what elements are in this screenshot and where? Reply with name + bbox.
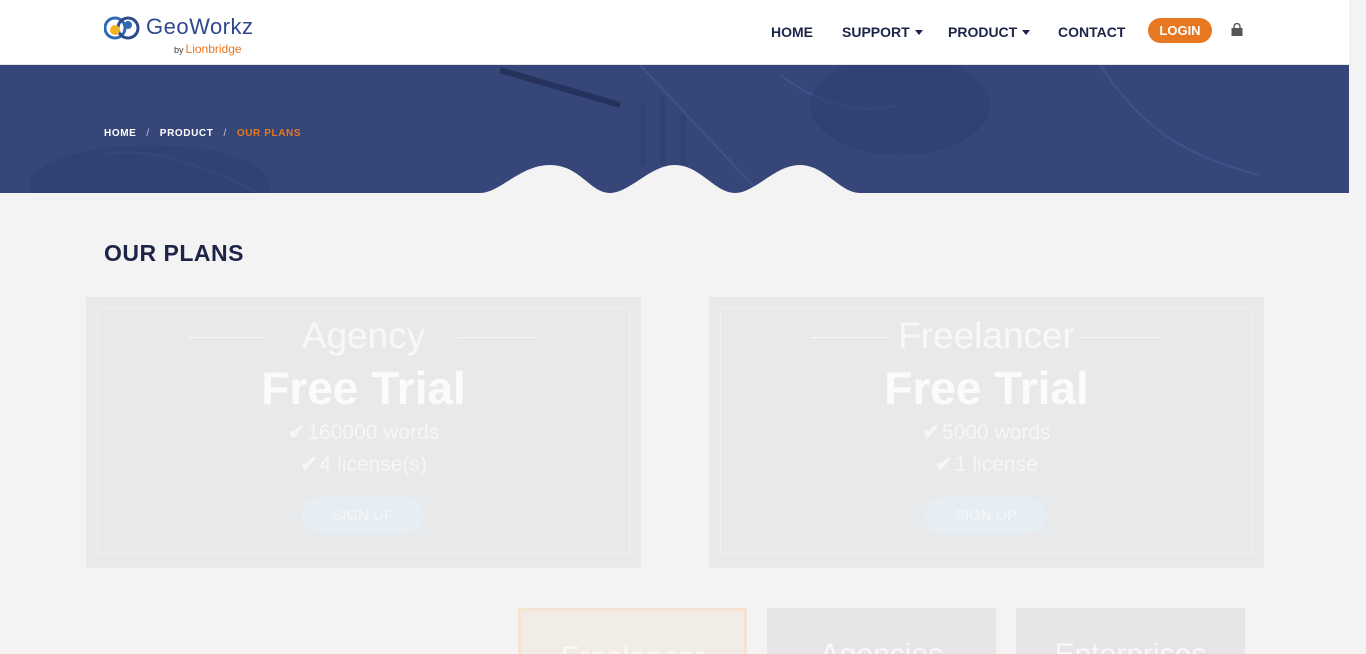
globe-logo-icon — [104, 16, 140, 40]
login-button[interactable]: LOGIN — [1148, 18, 1212, 43]
nav-support-label: SUPPORT — [842, 24, 910, 40]
plan-feature-text: 160000 words — [307, 421, 440, 444]
wave-divider — [480, 165, 860, 193]
nav-product-label: PRODUCT — [948, 24, 1018, 40]
plan-price: Free Trial — [884, 362, 1089, 414]
nav-contact[interactable]: CONTACT — [1058, 24, 1125, 40]
signup-button[interactable]: SIGN UP — [302, 497, 424, 534]
plan-price: Free Trial — [261, 362, 466, 414]
plan-feature: ✔4 license(s) — [86, 452, 641, 477]
logo-company: Lionbridge — [185, 42, 242, 56]
logo-brand: GeoWorkz — [146, 14, 254, 39]
plan-feature-text: 5000 words — [942, 421, 1051, 444]
breadcrumb-separator: / — [146, 128, 150, 139]
logo-by: by — [174, 45, 184, 55]
plan-name: Agency — [301, 315, 426, 356]
tier-name: Enterprises — [1016, 638, 1245, 654]
breadcrumb-home[interactable]: HOME — [104, 128, 136, 139]
plan-card-agency: Agency Free Trial ✔160000 words ✔4 licen… — [86, 297, 641, 568]
caret-down-icon — [1022, 30, 1031, 35]
nav-home[interactable]: HOME — [771, 24, 813, 40]
caret-down-icon — [914, 30, 923, 35]
checkmark-icon: ✔ — [922, 421, 941, 444]
checkmark-icon: ✔ — [300, 453, 318, 476]
shopping-bag-icon[interactable] — [1230, 23, 1244, 37]
plan-card-freelancer: Freelancer Free Trial ✔5000 words ✔1 lic… — [709, 297, 1264, 568]
checkmark-icon: ✔ — [935, 453, 953, 476]
plan-feature: ✔5000 words — [709, 420, 1264, 445]
breadcrumb-current: OUR PLANS — [236, 128, 302, 139]
page-title: OUR PLANS — [104, 240, 244, 266]
plan-feature: ✔160000 words — [86, 420, 641, 445]
tier-card-freelancer[interactable]: Freelancer — [518, 608, 747, 654]
checkmark-icon: ✔ — [287, 421, 306, 444]
plan-feature: ✔1 license — [709, 452, 1264, 477]
site-header: GeoWorkz by Lionbridge HOME SUPPORT PRODU… — [0, 0, 1349, 65]
tier-card-enterprises[interactable]: Enterprises — [1016, 608, 1245, 654]
logo-byline: by Lionbridge — [174, 42, 242, 56]
nav-support[interactable]: SUPPORT — [842, 24, 923, 40]
breadcrumb: HOME / PRODUCT / OUR PLANS — [104, 128, 301, 139]
plan-name: Freelancer — [898, 315, 1075, 356]
page-hero: HOME / PRODUCT / OUR PLANS — [0, 65, 1349, 193]
tier-card-agencies[interactable]: Agencies — [767, 608, 996, 654]
geoworkz-logo[interactable]: GeoWorkz by Lionbridge — [104, 12, 264, 58]
signup-button[interactable]: SIGN UP — [925, 497, 1047, 534]
plan-feature-text: 4 license(s) — [319, 453, 427, 476]
breadcrumb-product[interactable]: PRODUCT — [160, 128, 214, 139]
breadcrumb-separator: / — [223, 128, 227, 139]
tier-name: Freelancer — [521, 641, 744, 654]
plan-feature-text: 1 license — [954, 453, 1038, 476]
tier-name: Agencies — [767, 638, 996, 654]
nav-product[interactable]: PRODUCT — [948, 24, 1031, 40]
